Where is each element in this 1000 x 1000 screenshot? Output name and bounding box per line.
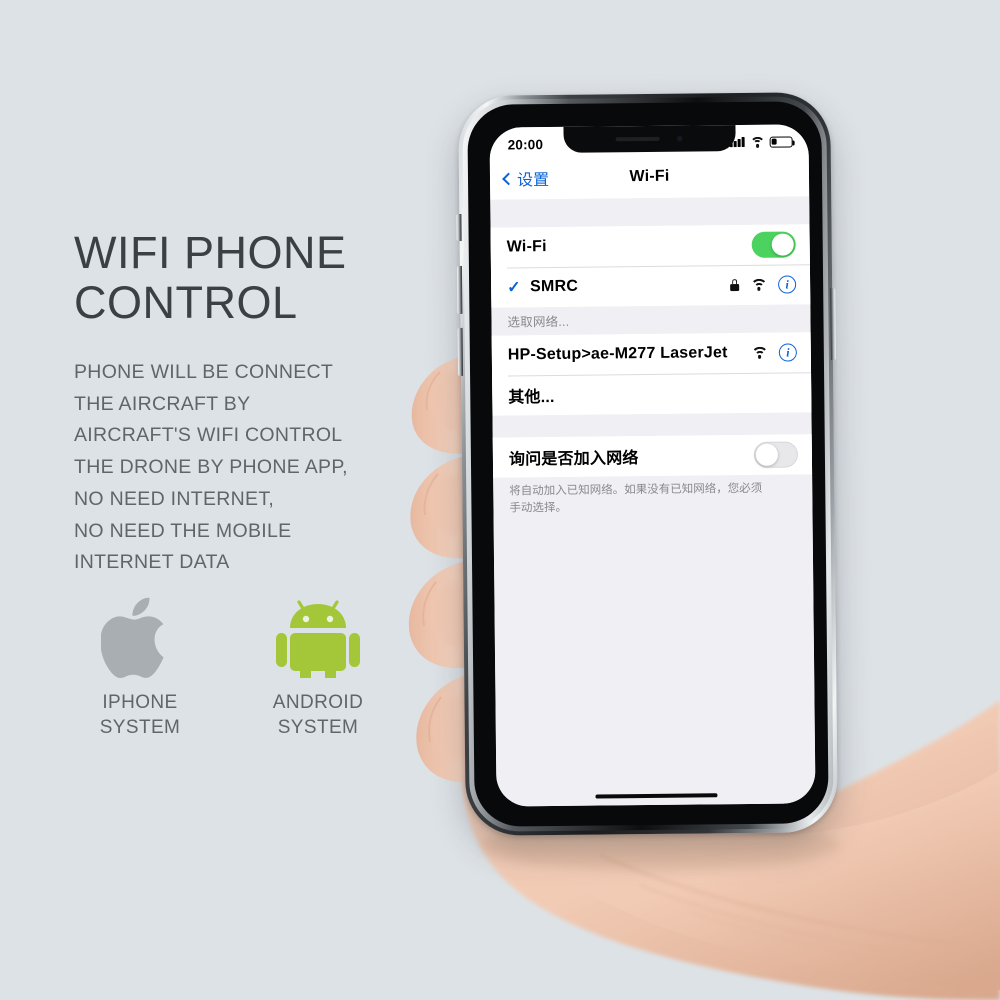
os-badge-label: ANDROID SYSTEM — [272, 692, 364, 739]
wifi-status-group: Wi-Fi ✓ SMRC i — [490, 224, 811, 308]
wifi-icon — [749, 136, 765, 152]
page-title: WIFI PHONE CONTROL — [74, 227, 347, 329]
ask-to-join-row[interactable]: 询问是否加入网络 — [492, 434, 813, 478]
front-camera-icon — [675, 134, 684, 143]
phone-screen: 20:00 设置 Wi-Fi Wi-Fi ✓ SMRC i 选取网络... HP… — [489, 124, 816, 807]
ask-to-join-toggle[interactable] — [753, 441, 799, 468]
other-network-row[interactable]: 其他... — [492, 372, 812, 416]
ask-to-join-footnote: 将自动加入已知网络。如果没有已知网络，您必须 手动选择。 — [509, 482, 763, 515]
connected-network-icons: i — [730, 275, 797, 296]
os-badge-label: IPHONE SYSTEM — [99, 692, 181, 739]
volume-down-button[interactable] — [457, 327, 464, 376]
connected-network-row[interactable]: ✓ SMRC i — [490, 264, 811, 308]
row-spacer — [639, 455, 754, 456]
wifi-signal-icon — [750, 346, 768, 364]
back-to-settings-button[interactable]: 设置 — [502, 166, 550, 190]
other-network-label: 其他... — [508, 388, 555, 407]
power-button[interactable] — [830, 288, 836, 361]
marketing-description: PHONE WILL BE CONNECT THE AIRCRAFT BY AI… — [74, 360, 348, 574]
wifi-signal-icon — [750, 278, 768, 296]
network-row[interactable]: HP-Setup>ae-M277 LaserJet i — [491, 332, 812, 376]
wifi-toggle-label: Wi-Fi — [506, 238, 547, 256]
supported-os-list: IPHONE SYSTEM ANDROID SYSTEM — [76, 596, 382, 740]
toggle-knob — [771, 233, 794, 256]
smartphone-mockup: 20:00 设置 Wi-Fi Wi-Fi ✓ SMRC i 选取网络... HP… — [456, 92, 838, 836]
choose-network-header: 选取网络... — [507, 314, 570, 330]
row-spacer — [578, 285, 730, 287]
toggle-knob — [755, 443, 779, 466]
chevron-left-icon — [502, 172, 515, 185]
battery-low-icon — [769, 135, 793, 148]
available-networks-group: HP-Setup>ae-M277 LaserJet i 其他... — [491, 332, 812, 416]
display-notch — [562, 124, 736, 153]
wifi-settings-content: Wi-Fi ✓ SMRC i 选取网络... HP-Setup>ae-M277 … — [490, 196, 816, 807]
earpiece-speaker-icon — [615, 136, 660, 141]
checkmark-icon: ✓ — [507, 279, 521, 297]
network-name: HP-Setup>ae-M277 LaserJet — [507, 344, 728, 364]
lock-icon — [730, 279, 740, 292]
apple-logo-icon — [76, 596, 204, 678]
marketing-copy-panel: WIFI PHONE CONTROL PHONE WILL BE CONNECT… — [74, 227, 404, 579]
ask-to-join-group: 询问是否加入网络 — [492, 434, 813, 478]
os-badge-android: ANDROID SYSTEM — [254, 596, 382, 740]
top-spacer — [490, 196, 809, 227]
info-circle-icon[interactable]: i — [778, 275, 797, 294]
os-badge-iphone: IPHONE SYSTEM — [76, 596, 204, 740]
status-bar-time: 20:00 — [507, 136, 544, 152]
volume-up-button[interactable] — [456, 265, 463, 314]
network-row-icons: i — [750, 343, 797, 364]
navigation-bar: 设置 Wi-Fi — [489, 154, 810, 200]
wifi-toggle-switch[interactable] — [751, 231, 796, 258]
info-circle-icon[interactable]: i — [778, 343, 797, 362]
connected-network-name: SMRC — [530, 277, 579, 296]
mute-switch-button[interactable] — [456, 213, 462, 241]
row-spacer — [547, 245, 752, 247]
status-bar-indicators — [729, 135, 793, 152]
wifi-toggle-row[interactable]: Wi-Fi — [490, 224, 810, 268]
back-button-label: 设置 — [516, 172, 550, 190]
ask-to-join-label: 询问是否加入网络 — [508, 450, 639, 469]
android-robot-icon — [254, 596, 382, 678]
